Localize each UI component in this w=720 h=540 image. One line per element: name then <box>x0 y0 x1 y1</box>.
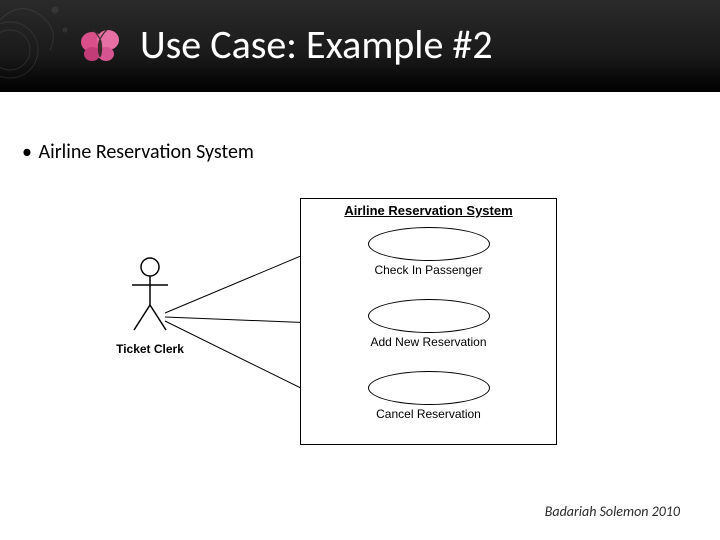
actor-icon <box>120 255 180 335</box>
actor-name: Ticket Clerk <box>110 342 190 356</box>
footer-credit: Badariah Solemon 2010 <box>545 503 680 520</box>
use-case-label: Check In Passenger <box>374 263 482 277</box>
use-case-oval <box>368 299 490 333</box>
use-case-diagram: Airline Reservation System Check In Pass… <box>110 195 590 455</box>
use-case-oval <box>368 227 490 261</box>
bullet-marker: • <box>20 140 34 164</box>
use-case-oval <box>368 371 490 405</box>
slide-header: Use Case: Example #2 <box>0 0 720 92</box>
bullet-item: • Airline Reservation System <box>20 140 254 164</box>
actor: Ticket Clerk <box>110 255 190 356</box>
use-case-label: Add New Reservation <box>370 335 486 349</box>
bullet-text: Airline Reservation System <box>39 140 254 164</box>
system-boundary: Airline Reservation System Check In Pass… <box>300 198 557 445</box>
system-name: Airline Reservation System <box>301 203 556 218</box>
use-case-label: Cancel Reservation <box>376 407 481 421</box>
butterfly-icon <box>78 28 122 66</box>
slide-title: Use Case: Example #2 <box>140 20 493 69</box>
